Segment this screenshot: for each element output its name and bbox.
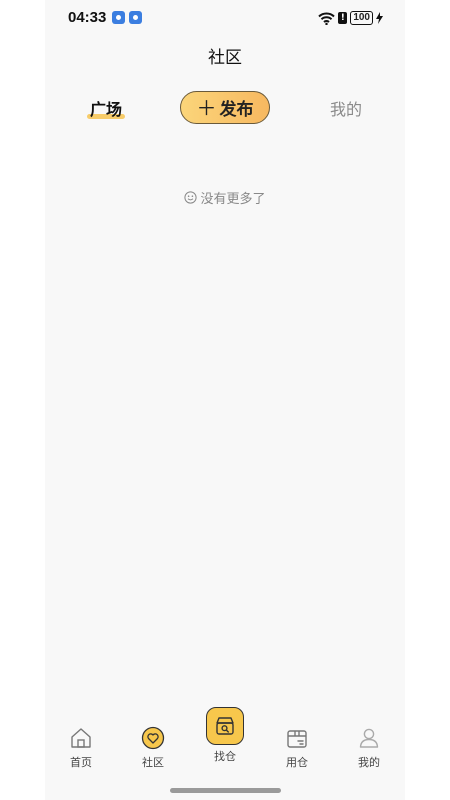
nav-mine-label: 我的 [358,756,380,769]
tab-mine-label: 我的 [330,100,363,119]
smile-icon [184,191,198,204]
box-icon [287,730,307,748]
heart-icon [141,726,165,750]
tab-plaza-label: 广场 [90,100,123,119]
home-icon [71,728,91,748]
nav-use-warehouse[interactable]: 用仓 [272,726,322,770]
plus-icon: ＋ [196,95,217,120]
charging-icon [376,12,383,24]
alert-icon: ! [338,12,348,24]
warehouse-search-icon [216,717,234,735]
nav-use-label: 用仓 [286,756,308,769]
tab-plaza[interactable]: 广场 [87,96,125,120]
wifi-icon [318,12,335,25]
status-time: 04:33 [68,9,107,26]
nav-find-label: 找仓 [214,750,236,763]
publish-label: 发布 [219,100,254,120]
status-bar: 04:33 ! 100 [45,0,405,36]
person-icon [359,728,379,748]
find-warehouse-fab [206,707,244,745]
nav-home[interactable]: 首页 [56,726,106,770]
nav-find-warehouse[interactable]: 找仓 [200,707,250,764]
publish-button[interactable]: ＋ 发布 [180,91,270,124]
app-notification-icon [112,11,125,24]
empty-feed-text: 没有更多了 [200,192,266,207]
empty-feed-hint: 没有更多了 [45,188,405,207]
bottom-nav: 首页 社区 找仓 用仓 我的 [45,707,405,778]
tab-mine[interactable]: 我的 [330,96,362,120]
nav-home-label: 首页 [70,756,92,769]
battery-level: 100 [350,11,373,25]
community-screen: 04:33 ! 100 社区 广场 ＋ 发布 我的 没有更多了 首页 社区 找仓… [45,0,405,800]
message-notification-icon [129,11,142,24]
nav-mine[interactable]: 我的 [344,726,394,770]
page-title: 社区 [208,48,242,68]
system-icons: ! 100 [318,10,383,26]
home-indicator[interactable] [170,788,281,793]
nav-community-label: 社区 [142,756,164,769]
nav-community[interactable]: 社区 [128,726,178,770]
